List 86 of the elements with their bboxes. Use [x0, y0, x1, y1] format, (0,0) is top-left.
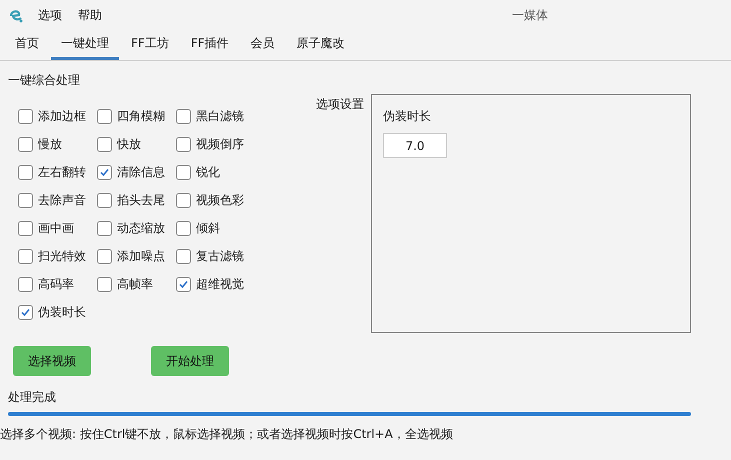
option-checkbox[interactable]: 掐头去尾	[97, 186, 176, 214]
option-checkbox[interactable]: 左右翻转	[18, 158, 97, 186]
option-label: 左右翻转	[38, 164, 86, 181]
checkbox[interactable]	[18, 248, 33, 264]
duration-input[interactable]: 7.0	[383, 133, 447, 158]
option-checkbox[interactable]: 去除声音	[18, 186, 97, 214]
window-title: 一媒体	[512, 7, 548, 24]
checkbox[interactable]	[176, 220, 191, 236]
field-label: 伪装时长	[383, 108, 431, 125]
option-label: 伪装时长	[38, 304, 86, 321]
checkbox[interactable]	[176, 136, 191, 152]
section-title: 一键综合处理	[8, 72, 80, 89]
checkbox[interactable]	[97, 136, 112, 152]
option-checkbox[interactable]: 高帧率	[97, 270, 176, 298]
option-label: 清除信息	[117, 164, 165, 181]
option-checkbox[interactable]: 视频色彩	[176, 186, 286, 214]
option-label: 添加边框	[38, 108, 86, 125]
option-label: 快放	[117, 136, 141, 153]
option-label: 视频倒序	[196, 136, 244, 153]
option-label: 倾斜	[196, 220, 220, 237]
tab[interactable]: 一键处理	[51, 29, 119, 60]
checkbox[interactable]	[97, 164, 112, 180]
option-label: 四角模糊	[117, 108, 165, 125]
action-button[interactable]: 开始处理	[151, 346, 229, 376]
checkbox[interactable]	[18, 304, 33, 320]
checkbox[interactable]	[97, 192, 112, 208]
option-label: 去除声音	[38, 192, 86, 209]
checkbox[interactable]	[18, 164, 33, 180]
option-checkbox[interactable]: 动态缩放	[97, 214, 176, 242]
option-checkbox[interactable]: 添加噪点	[97, 242, 176, 270]
menu-item[interactable]: 选项	[38, 6, 62, 24]
checkbox[interactable]	[18, 192, 33, 208]
checkmark-icon	[20, 306, 31, 318]
option-checkbox[interactable]: 高码率	[18, 270, 97, 298]
option-label: 超维视觉	[196, 276, 244, 293]
option-checkbox[interactable]: 视频倒序	[176, 130, 286, 158]
tab[interactable]: FF工坊	[121, 29, 179, 60]
checkmark-icon	[99, 166, 110, 178]
option-label: 黑白滤镜	[196, 108, 244, 125]
option-label: 高码率	[38, 276, 74, 293]
option-label: 视频色彩	[196, 192, 244, 209]
menu-item[interactable]: 帮助	[78, 6, 102, 24]
option-checkbox[interactable]: 锐化	[176, 158, 286, 186]
option-label: 掐头去尾	[117, 192, 165, 209]
checkbox[interactable]	[176, 276, 191, 292]
checkbox[interactable]	[176, 248, 191, 264]
checkmark-icon	[178, 278, 189, 290]
option-checkbox[interactable]: 画中画	[18, 214, 97, 242]
checkbox[interactable]	[18, 276, 33, 292]
option-checkbox[interactable]: 超维视觉	[176, 270, 286, 298]
option-label: 锐化	[196, 164, 220, 181]
option-checkbox[interactable]: 伪装时长	[18, 298, 97, 326]
checkbox[interactable]	[18, 136, 33, 152]
option-checkbox[interactable]: 倾斜	[176, 214, 286, 242]
checkbox[interactable]	[176, 192, 191, 208]
option-label: 复古滤镜	[196, 248, 244, 265]
option-checkbox[interactable]: 快放	[97, 130, 176, 158]
settings-label: 选项设置	[316, 96, 364, 111]
option-checkbox[interactable]: 慢放	[18, 130, 97, 158]
option-label: 添加噪点	[117, 248, 165, 265]
option-checkbox[interactable]: 复古滤镜	[176, 242, 286, 270]
checkbox[interactable]	[97, 276, 112, 292]
option-checkbox[interactable]: 扫光特效	[18, 242, 97, 270]
tab[interactable]: 会员	[240, 29, 285, 60]
tab[interactable]: 原子魔改	[286, 29, 355, 60]
hint-text: 选择多个视频: 按住Ctrl键不放，鼠标选择视频；或者选择视频时按Ctrl+A，全选视频	[0, 426, 453, 443]
option-label: 画中画	[38, 220, 74, 237]
option-label: 动态缩放	[117, 220, 165, 237]
status-text: 处理完成	[8, 389, 56, 406]
checkbox[interactable]	[176, 108, 191, 124]
checkbox[interactable]	[97, 248, 112, 264]
option-label: 高帧率	[117, 276, 153, 293]
option-checkbox[interactable]: 黑白滤镜	[176, 102, 286, 130]
option-label: 扫光特效	[38, 248, 86, 265]
checkbox[interactable]	[97, 108, 112, 124]
checkbox[interactable]	[97, 220, 112, 236]
option-checkbox[interactable]: 添加边框	[18, 102, 97, 130]
action-button[interactable]: 选择视频	[13, 346, 91, 376]
tab[interactable]: FF插件	[180, 29, 239, 60]
option-label: 慢放	[38, 136, 62, 153]
checkbox[interactable]	[18, 108, 33, 124]
checkbox[interactable]	[18, 220, 33, 236]
option-checkbox[interactable]: 四角模糊	[97, 102, 176, 130]
tab[interactable]: 首页	[5, 29, 49, 60]
checkbox[interactable]	[176, 164, 191, 180]
option-checkbox[interactable]: 清除信息	[97, 158, 176, 186]
